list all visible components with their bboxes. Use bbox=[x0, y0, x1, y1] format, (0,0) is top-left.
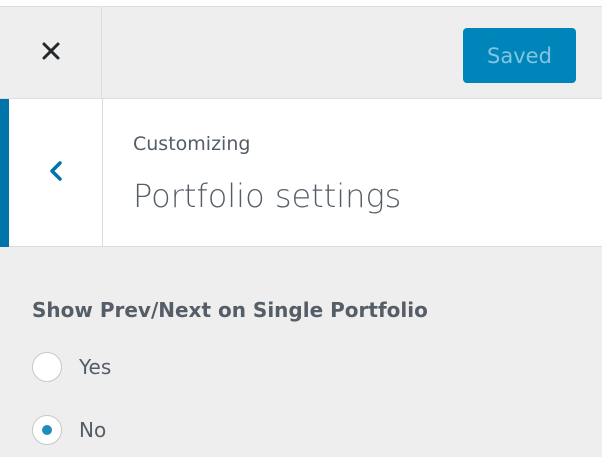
control-title: Show Prev/Next on Single Portfolio bbox=[32, 298, 428, 322]
radio-label-no: No bbox=[79, 418, 107, 442]
radio-button-yes[interactable] bbox=[32, 352, 62, 382]
radio-button-no[interactable] bbox=[32, 415, 62, 445]
close-button[interactable] bbox=[0, 7, 102, 98]
radio-checked-dot bbox=[42, 425, 52, 435]
customizing-label: Customizing bbox=[133, 133, 251, 155]
back-button[interactable] bbox=[9, 99, 103, 246]
active-section-indicator bbox=[0, 99, 9, 247]
save-button[interactable]: Saved bbox=[463, 28, 576, 83]
section-header: Customizing Portfolio settings bbox=[0, 99, 602, 247]
radio-label-yes: Yes bbox=[79, 355, 112, 379]
chevron-left-icon bbox=[48, 159, 64, 187]
close-icon bbox=[41, 41, 61, 65]
section-title: Portfolio settings bbox=[133, 177, 402, 215]
radio-option-yes[interactable]: Yes bbox=[32, 352, 111, 382]
customizer-header: Saved bbox=[0, 6, 602, 99]
radio-option-no[interactable]: No bbox=[32, 415, 106, 445]
